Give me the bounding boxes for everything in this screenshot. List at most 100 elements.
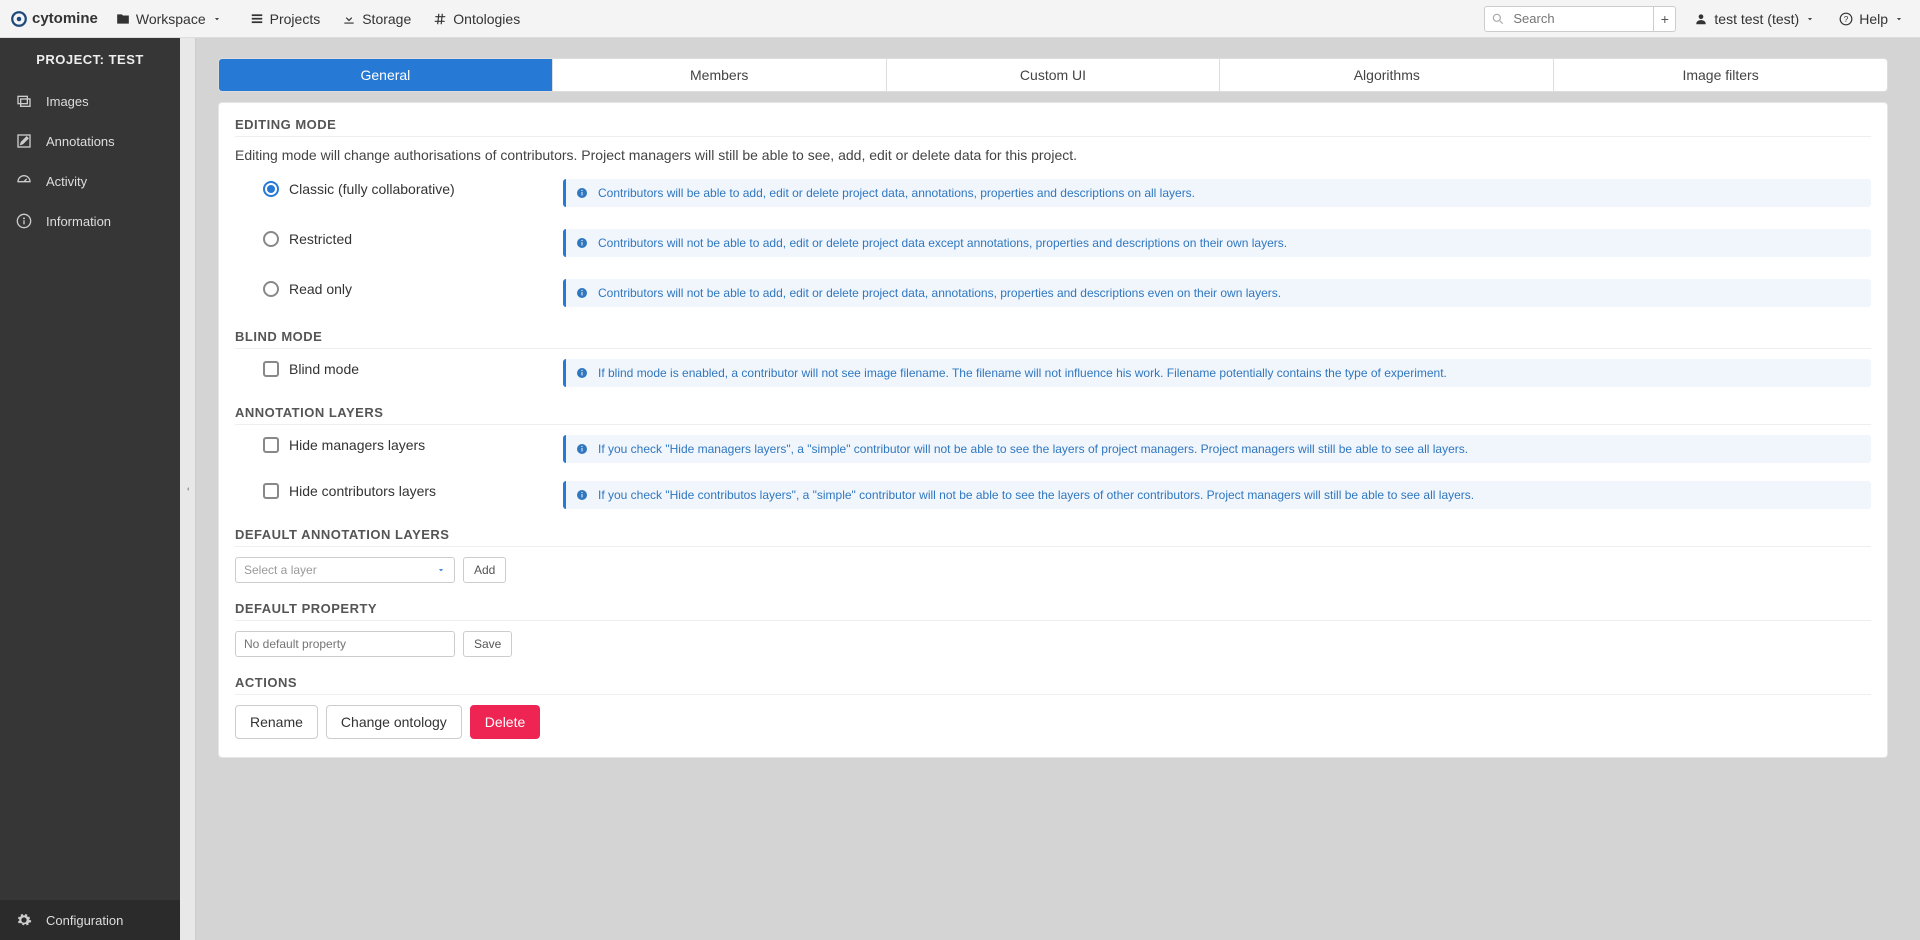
option-label: Blind mode [289, 361, 359, 377]
nav-workspace[interactable]: Workspace [116, 11, 228, 27]
search-wrap: + [1484, 6, 1676, 32]
folder-icon [116, 12, 130, 26]
info-classic: Contributors will be able to add, edit o… [563, 179, 1871, 207]
heading-actions: ACTIONS [235, 675, 1871, 695]
nav-ontologies-label: Ontologies [453, 11, 520, 27]
option-hide-managers: Hide managers layers If you check "Hide … [235, 435, 1871, 463]
info-text: Contributors will not be able to add, ed… [598, 286, 1281, 300]
search-plus-button[interactable]: + [1654, 6, 1676, 32]
checkbox-hide-contributors[interactable] [263, 483, 279, 499]
option-label: Hide managers layers [289, 437, 425, 453]
chevron-left-icon [184, 483, 192, 495]
checkbox-hide-managers[interactable] [263, 437, 279, 453]
edit-icon [16, 133, 32, 149]
info-icon [576, 287, 588, 299]
chevron-down-icon [1805, 14, 1815, 24]
info-readonly: Contributors will not be able to add, ed… [563, 279, 1871, 307]
heading-annotation-layers: ANNOTATION LAYERS [235, 405, 1871, 425]
nav-storage-label: Storage [362, 11, 411, 27]
tab-imagefilters[interactable]: Image filters [1554, 59, 1887, 91]
chevron-down-icon [1894, 14, 1904, 24]
sidebar-item-activity[interactable]: Activity [0, 161, 180, 201]
info-icon [576, 443, 588, 455]
option-label: Hide contributors layers [289, 483, 436, 499]
info-icon [576, 187, 588, 199]
option-label: Classic (fully collaborative) [289, 181, 455, 197]
brand-text: cytomine [32, 10, 98, 27]
heading-blind-mode: BLIND MODE [235, 329, 1871, 349]
option-hide-contributors: Hide contributors layers If you check "H… [235, 481, 1871, 509]
list-icon [250, 12, 264, 26]
delete-button[interactable]: Delete [470, 705, 540, 739]
top-navbar: cytomine Workspace Projects Storage Onto… [0, 0, 1920, 38]
gear-icon [16, 912, 32, 928]
tab-algorithms[interactable]: Algorithms [1220, 59, 1554, 91]
config-tabs: General Members Custom UI Algorithms Ima… [218, 58, 1888, 92]
option-restricted: Restricted Contributors will not be able… [235, 229, 1871, 257]
sidebar-item-label: Images [46, 94, 89, 109]
info-restricted: Contributors will not be able to add, ed… [563, 229, 1871, 257]
tab-members[interactable]: Members [553, 59, 887, 91]
user-icon [1694, 12, 1708, 26]
radio-readonly[interactable] [263, 281, 279, 297]
option-label: Restricted [289, 231, 352, 247]
info-hide-contributors: If you check "Hide contributos layers", … [563, 481, 1871, 509]
sub-editing-mode: Editing mode will change authorisations … [235, 147, 1871, 163]
chevron-down-icon [212, 14, 222, 24]
search-input[interactable] [1484, 6, 1654, 32]
sidebar-item-label: Information [46, 214, 111, 229]
radio-classic[interactable] [263, 181, 279, 197]
info-icon [576, 237, 588, 249]
radio-restricted[interactable] [263, 231, 279, 247]
option-label: Read only [289, 281, 352, 297]
info-blind: If blind mode is enabled, a contributor … [563, 359, 1871, 387]
tab-general[interactable]: General [219, 59, 553, 91]
nav-projects[interactable]: Projects [250, 11, 321, 27]
info-text: If you check "Hide managers layers", a "… [598, 442, 1468, 456]
sidebar-item-label: Activity [46, 174, 87, 189]
heading-default-property: DEFAULT PROPERTY [235, 601, 1871, 621]
help-icon: ? [1839, 12, 1853, 26]
info-text: Contributors will not be able to add, ed… [598, 236, 1287, 250]
main-content: General Members Custom UI Algorithms Ima… [196, 38, 1920, 940]
nav-storage[interactable]: Storage [342, 11, 411, 27]
info-hide-managers: If you check "Hide managers layers", a "… [563, 435, 1871, 463]
select-placeholder: Select a layer [244, 563, 317, 577]
download-icon [342, 12, 356, 26]
tab-customui[interactable]: Custom UI [887, 59, 1221, 91]
layer-select[interactable]: Select a layer [235, 557, 455, 583]
sidebar: PROJECT: TEST Images Annotations Activit… [0, 38, 180, 940]
sidebar-item-information[interactable]: Information [0, 201, 180, 241]
sidebar-item-annotations[interactable]: Annotations [0, 121, 180, 161]
info-icon [16, 213, 32, 229]
sidebar-item-configuration[interactable]: Configuration [0, 900, 180, 940]
option-blind: Blind mode If blind mode is enabled, a c… [235, 359, 1871, 387]
default-prop-row: Save [235, 631, 1871, 657]
checkbox-blind[interactable] [263, 361, 279, 377]
save-property-button[interactable]: Save [463, 631, 512, 657]
info-text: If you check "Hide contributos layers", … [598, 488, 1474, 502]
info-text: If blind mode is enabled, a contributor … [598, 366, 1447, 380]
change-ontology-button[interactable]: Change ontology [326, 705, 462, 739]
sidebar-item-images[interactable]: Images [0, 81, 180, 121]
info-text: Contributors will be able to add, edit o… [598, 186, 1195, 200]
default-ann-row: Select a layer Add [235, 557, 1871, 583]
search-icon [1491, 12, 1505, 26]
default-property-input[interactable] [235, 631, 455, 657]
sidebar-item-label: Configuration [46, 913, 123, 928]
sidebar-collapse-handle[interactable] [180, 38, 196, 940]
heading-default-annotation-layers: DEFAULT ANNOTATION LAYERS [235, 527, 1871, 547]
nav-projects-label: Projects [270, 11, 321, 27]
project-title: PROJECT: TEST [0, 38, 180, 81]
nav-ontologies[interactable]: Ontologies [433, 11, 520, 27]
info-icon [576, 367, 588, 379]
rename-button[interactable]: Rename [235, 705, 318, 739]
brand-logo[interactable]: cytomine [10, 10, 98, 28]
help-menu[interactable]: ? Help [1839, 11, 1910, 27]
images-icon [16, 93, 32, 109]
add-layer-button[interactable]: Add [463, 557, 506, 583]
general-panel: EDITING MODE Editing mode will change au… [218, 102, 1888, 758]
user-menu[interactable]: test test (test) [1694, 11, 1821, 27]
info-icon [576, 489, 588, 501]
svg-text:?: ? [1844, 14, 1849, 23]
